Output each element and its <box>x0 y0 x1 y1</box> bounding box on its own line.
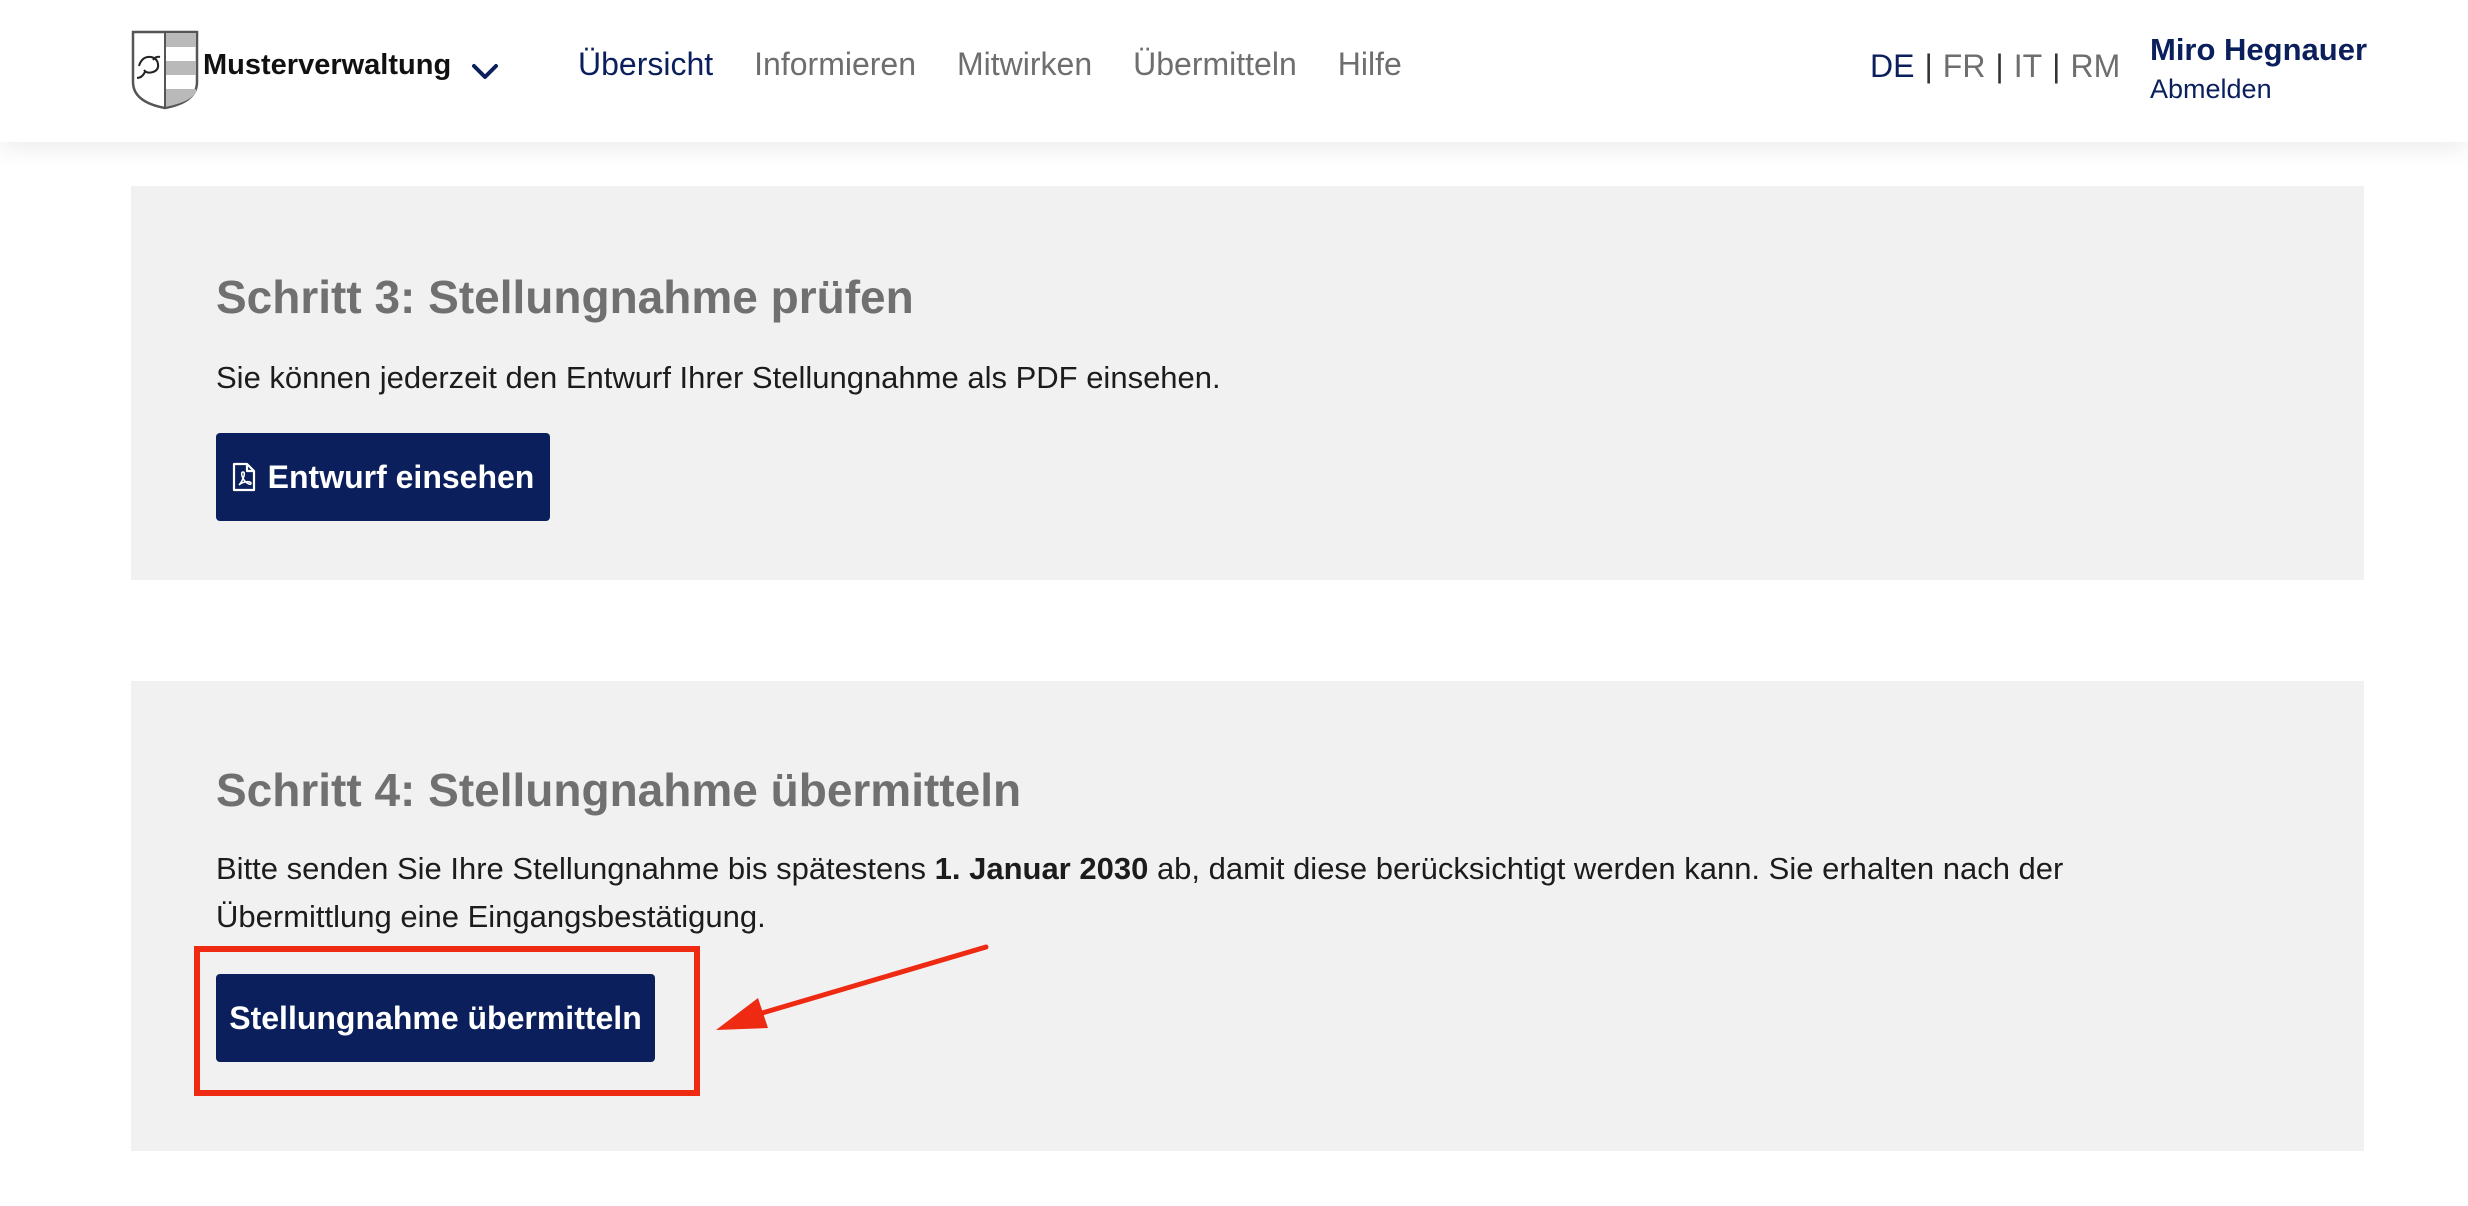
view-draft-button[interactable]: Entwurf einsehen <box>216 433 550 521</box>
language-de[interactable]: DE <box>1870 48 1914 85</box>
pdf-file-icon <box>232 462 255 492</box>
nav-item-mitwirken[interactable]: Mitwirken <box>957 46 1092 83</box>
language-separator: | <box>1924 48 1933 84</box>
language-fr[interactable]: FR <box>1943 48 1986 85</box>
step-3-section: Schritt 3: Stellungnahme prüfen Sie könn… <box>131 186 2364 580</box>
step-4-text-before: Bitte senden Sie Ihre Stellungnahme bis … <box>216 851 935 886</box>
nav-item-uebersicht[interactable]: Übersicht <box>578 46 713 83</box>
site-header: Musterverwaltung Übersicht Informieren M… <box>0 0 2468 142</box>
step-4-description: Bitte senden Sie Ihre Stellungnahme bis … <box>216 845 2236 941</box>
view-draft-button-label: Entwurf einsehen <box>267 458 535 495</box>
step-4-section: Schritt 4: Stellungnahme übermitteln Bit… <box>131 681 2364 1151</box>
brand-name: Musterverwaltung <box>203 48 452 81</box>
step-3-title: Schritt 3: Stellungnahme prüfen <box>216 271 914 323</box>
language-separator: | <box>2052 48 2061 84</box>
main-navigation: Übersicht Informieren Mitwirken Übermitt… <box>578 46 1402 83</box>
nav-item-uebermitteln[interactable]: Übermitteln <box>1133 46 1297 83</box>
submission-deadline: 1. Januar 2030 <box>934 851 1149 886</box>
language-rm[interactable]: RM <box>2070 48 2120 85</box>
user-name: Miro Hegnauer <box>2150 32 2368 67</box>
step-3-description: Sie können jederzeit den Entwurf Ihrer S… <box>216 360 1221 395</box>
logout-link[interactable]: Abmelden <box>2150 74 2367 105</box>
step-4-title: Schritt 4: Stellungnahme übermitteln <box>216 764 1022 816</box>
nav-item-hilfe[interactable]: Hilfe <box>1338 46 1402 83</box>
coat-of-arms-icon <box>131 30 199 110</box>
language-separator: | <box>1995 48 2004 84</box>
brand-switcher[interactable]: Musterverwaltung <box>131 30 499 110</box>
submit-statement-button-label: Stellungnahme übermitteln <box>229 999 642 1036</box>
submit-statement-button[interactable]: Stellungnahme übermitteln <box>216 974 655 1062</box>
chevron-down-icon[interactable] <box>471 63 499 81</box>
language-it[interactable]: IT <box>2014 48 2042 85</box>
language-switcher: DE | FR | IT | RM <box>1870 48 2120 85</box>
nav-item-informieren[interactable]: Informieren <box>754 46 916 83</box>
user-menu: Miro Hegnauer Abmelden <box>2150 32 2367 105</box>
